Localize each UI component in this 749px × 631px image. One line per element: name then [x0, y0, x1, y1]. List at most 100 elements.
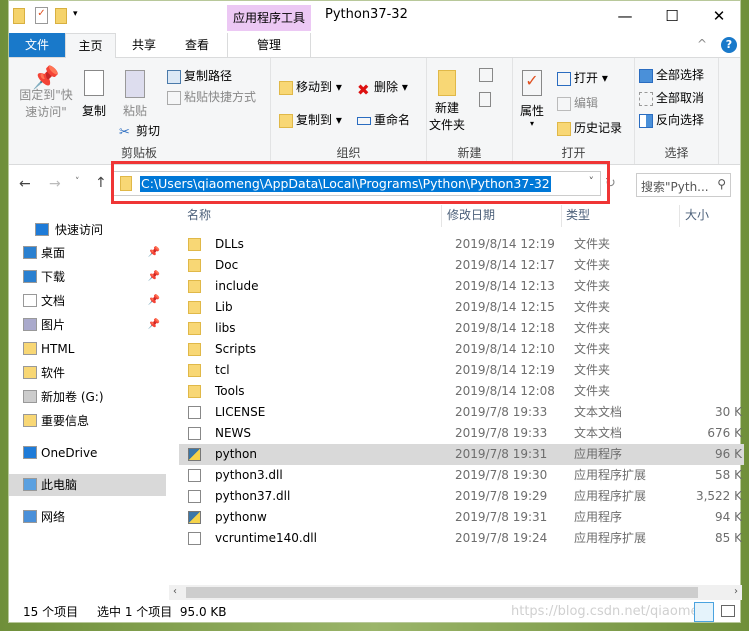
file-row[interactable]: include 2019/8/14 12:13 文件夹 — [179, 276, 744, 297]
invert-selection-button[interactable]: 反向选择 — [639, 111, 704, 128]
sidebar-item[interactable]: 桌面 📌 — [9, 242, 166, 264]
file-row[interactable]: Tools 2019/8/14 12:08 文件夹 — [179, 381, 744, 402]
recent-locations-button[interactable]: ˅ — [75, 177, 80, 187]
delete-button[interactable]: ✖ 删除 ▾ — [357, 78, 408, 99]
column-divider[interactable] — [679, 205, 680, 227]
file-name: libs — [215, 321, 236, 335]
move-to-button[interactable]: 移动到 ▾ — [279, 78, 342, 95]
file-row[interactable]: LICENSE 2019/7/8 19:33 文本文档 30 K — [179, 402, 744, 423]
easy-access-icon[interactable] — [479, 92, 491, 107]
file-date: 2019/8/14 12:19 — [455, 237, 555, 251]
sidebar-item[interactable]: 软件 — [9, 362, 166, 384]
search-input[interactable]: 搜索"Pyth... ⚲ — [636, 173, 731, 197]
pin-icon[interactable]: 📌 — [148, 290, 160, 312]
scroll-left-icon[interactable]: ‹ — [173, 586, 177, 597]
file-row[interactable]: Doc 2019/8/14 12:17 文件夹 — [179, 255, 744, 276]
sidebar-item[interactable]: 图片 📌 — [9, 314, 166, 336]
file-date: 2019/7/8 19:29 — [455, 489, 548, 503]
pin-icon[interactable]: 📌 — [148, 242, 160, 264]
scrollbar-thumb[interactable] — [186, 587, 698, 598]
tab-home[interactable]: 主页 — [65, 33, 116, 58]
help-icon[interactable]: ? — [721, 37, 737, 53]
file-row[interactable]: DLLs 2019/8/14 12:19 文件夹 — [179, 234, 744, 255]
sidebar-item[interactable]: 新加卷 (G:) — [9, 386, 166, 408]
copy-path-button[interactable]: 复制路径 — [167, 67, 232, 84]
column-header-size[interactable]: 大小 — [685, 206, 709, 226]
paste-shortcut-button[interactable]: 粘贴快捷方式 — [167, 88, 256, 105]
tab-manage[interactable]: 管理 — [227, 33, 311, 57]
file-row[interactable]: NEWS 2019/7/8 19:33 文本文档 676 K — [179, 423, 744, 444]
column-header-date[interactable]: 修改日期 — [447, 206, 495, 226]
copy-button[interactable]: 复制 — [79, 70, 109, 119]
sidebar-item[interactable]: 网络 — [9, 506, 166, 528]
column-header-type[interactable]: 类型 — [566, 206, 590, 226]
file-row[interactable]: python3.dll 2019/7/8 19:30 应用程序扩展 58 K — [179, 465, 744, 486]
sidebar-item[interactable]: 快速访问 — [9, 219, 166, 241]
sidebar-item[interactable]: OneDrive — [9, 442, 166, 464]
paste-label: 粘贴 — [122, 104, 147, 118]
file-row[interactable]: libs 2019/8/14 12:18 文件夹 — [179, 318, 744, 339]
scroll-right-icon[interactable]: › — [734, 586, 738, 597]
cut-button[interactable]: ✂ 剪切 — [119, 122, 160, 140]
file-row[interactable]: vcruntime140.dll 2019/7/8 19:24 应用程序扩展 85 K — [179, 528, 744, 549]
sidebar-item[interactable]: 下载 📌 — [9, 266, 166, 288]
copy-path-label: 复制路径 — [184, 69, 233, 83]
properties-icon[interactable]: ✓ — [35, 7, 48, 24]
sidebar-item[interactable]: 此电脑 — [9, 474, 166, 496]
file-row[interactable]: python37.dll 2019/7/8 19:29 应用程序扩展 3,522 K — [179, 486, 744, 507]
minimize-button[interactable]: — — [605, 5, 645, 27]
new-item-icon[interactable] — [479, 68, 493, 82]
tab-share[interactable]: 共享 — [124, 33, 164, 57]
new-folder-icon[interactable] — [55, 8, 67, 24]
file-date: 2019/7/8 19:31 — [455, 510, 548, 524]
collapse-ribbon-icon[interactable]: ^ — [697, 37, 707, 51]
dll-icon — [188, 532, 201, 545]
column-divider[interactable] — [561, 205, 562, 227]
paste-button[interactable]: 粘贴 — [117, 70, 153, 119]
file-row[interactable]: pythonw 2019/7/8 19:31 应用程序 94 K — [179, 507, 744, 528]
file-row[interactable]: tcl 2019/8/14 12:19 文件夹 — [179, 360, 744, 381]
close-button[interactable]: ✕ — [699, 5, 739, 27]
tab-file[interactable]: 文件 — [9, 33, 65, 57]
title-bar: ✓ ▾ 应用程序工具 Python37-32 — ☐ ✕ — [9, 1, 740, 33]
file-row[interactable]: Scripts 2019/8/14 12:10 文件夹 — [179, 339, 744, 360]
rename-button[interactable]: 重命名 — [357, 111, 410, 128]
sidebar-item[interactable]: 重要信息 — [9, 410, 166, 432]
back-button[interactable]: ← — [19, 176, 31, 192]
large-icons-view-button[interactable] — [721, 605, 735, 617]
history-button[interactable]: 历史记录 — [557, 119, 622, 136]
computer-icon — [23, 478, 37, 491]
copy-to-button[interactable]: 复制到 ▾ — [279, 111, 342, 128]
sidebar-item[interactable]: 文档 📌 — [9, 290, 166, 312]
edit-button[interactable]: 编辑 — [557, 94, 598, 111]
forward-button[interactable]: → — [49, 176, 61, 192]
sidebar-item[interactable]: HTML — [9, 338, 166, 360]
new-folder-button[interactable]: 新建 文件夹 — [427, 70, 467, 134]
organize-group: 移动到 ▾ 复制到 ▾ ✖ 删除 ▾ 重命名 组织 — [271, 58, 427, 164]
select-all-icon — [639, 68, 653, 83]
file-row[interactable]: Lib 2019/8/14 12:15 文件夹 — [179, 297, 744, 318]
highlight-box — [111, 161, 610, 204]
customize-quick-access-icon[interactable]: ▾ — [73, 9, 78, 19]
up-button[interactable]: ↑ — [95, 175, 107, 191]
open-button[interactable]: 打开 ▾ — [557, 69, 608, 86]
file-type: 文件夹 — [574, 279, 611, 293]
select-all-button[interactable]: 全部选择 — [639, 66, 704, 83]
pin-quick-access-button[interactable]: 📌 固定到"快速访问" — [15, 68, 77, 121]
file-type: 文件夹 — [574, 363, 611, 377]
select-none-button[interactable]: 全部取消 — [639, 89, 704, 106]
select-all-label: 全部选择 — [656, 68, 705, 82]
pin-icon[interactable]: 📌 — [148, 314, 160, 336]
tab-view[interactable]: 查看 — [177, 33, 217, 57]
horizontal-scrollbar[interactable]: ‹ › — [169, 585, 742, 600]
column-header-name[interactable]: 名称 — [187, 206, 211, 226]
properties-button[interactable]: ✓ 属性 ▾ — [515, 70, 549, 128]
history-label: 历史记录 — [574, 121, 623, 135]
invert-selection-icon — [639, 113, 653, 128]
file-row[interactable]: python 2019/7/8 19:31 应用程序 96 K — [179, 444, 744, 465]
maximize-button[interactable]: ☐ — [652, 5, 692, 27]
details-view-button[interactable] — [694, 602, 714, 622]
folder-icon — [188, 322, 201, 335]
pin-icon[interactable]: 📌 — [148, 266, 160, 288]
column-divider[interactable] — [441, 205, 442, 227]
